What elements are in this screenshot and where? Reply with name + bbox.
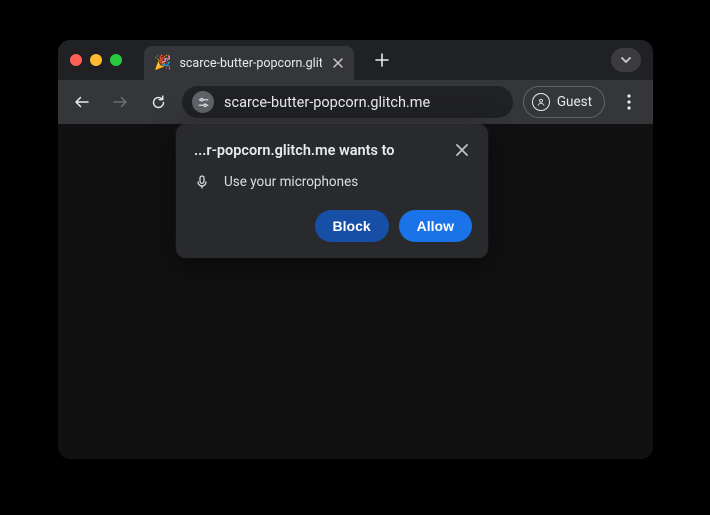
window-controls	[70, 54, 122, 66]
profile-label: Guest	[557, 94, 592, 110]
reload-button[interactable]	[144, 88, 172, 116]
close-icon	[456, 144, 468, 156]
minimize-window-button[interactable]	[90, 54, 102, 66]
forward-button[interactable]	[106, 88, 134, 116]
guest-avatar-icon	[532, 93, 550, 111]
permission-prompt: ...r-popcorn.glitch.me wants to Use your…	[176, 124, 488, 258]
address-url: scarce-butter-popcorn.glitch.me	[224, 94, 430, 111]
maximize-window-button[interactable]	[110, 54, 122, 66]
tab-close-button[interactable]	[330, 55, 346, 71]
permission-close-button[interactable]	[452, 140, 472, 160]
chevron-down-icon	[620, 54, 632, 66]
new-tab-button[interactable]	[368, 46, 396, 74]
tune-icon	[197, 96, 210, 109]
overflow-menu-button[interactable]	[615, 88, 643, 116]
permission-item-label: Use your microphones	[224, 174, 358, 190]
tab-favicon-icon: 🎉	[154, 56, 171, 70]
kebab-icon	[627, 94, 631, 110]
profile-button[interactable]: Guest	[523, 86, 605, 118]
tab-title: scarce-butter-popcorn.glitch	[179, 56, 322, 71]
permission-title: ...r-popcorn.glitch.me wants to	[194, 142, 394, 159]
browser-window: 🎉 scarce-butter-popcorn.glitch	[58, 40, 653, 459]
block-button[interactable]: Block	[315, 210, 389, 242]
window-menu-button[interactable]	[611, 48, 641, 72]
arrow-right-icon	[111, 93, 129, 111]
page-viewport: ...r-popcorn.glitch.me wants to Use your…	[58, 124, 653, 459]
site-settings-button[interactable]	[192, 91, 214, 113]
back-button[interactable]	[68, 88, 96, 116]
reload-icon	[150, 94, 167, 111]
browser-tab[interactable]: 🎉 scarce-butter-popcorn.glitch	[144, 46, 354, 80]
address-bar[interactable]: scarce-butter-popcorn.glitch.me	[182, 86, 513, 118]
toolbar: scarce-butter-popcorn.glitch.me Guest	[58, 80, 653, 124]
allow-button[interactable]: Allow	[399, 210, 472, 242]
microphone-icon	[194, 174, 210, 190]
close-window-button[interactable]	[70, 54, 82, 66]
arrow-left-icon	[73, 93, 91, 111]
titlebar: 🎉 scarce-butter-popcorn.glitch	[58, 40, 653, 80]
